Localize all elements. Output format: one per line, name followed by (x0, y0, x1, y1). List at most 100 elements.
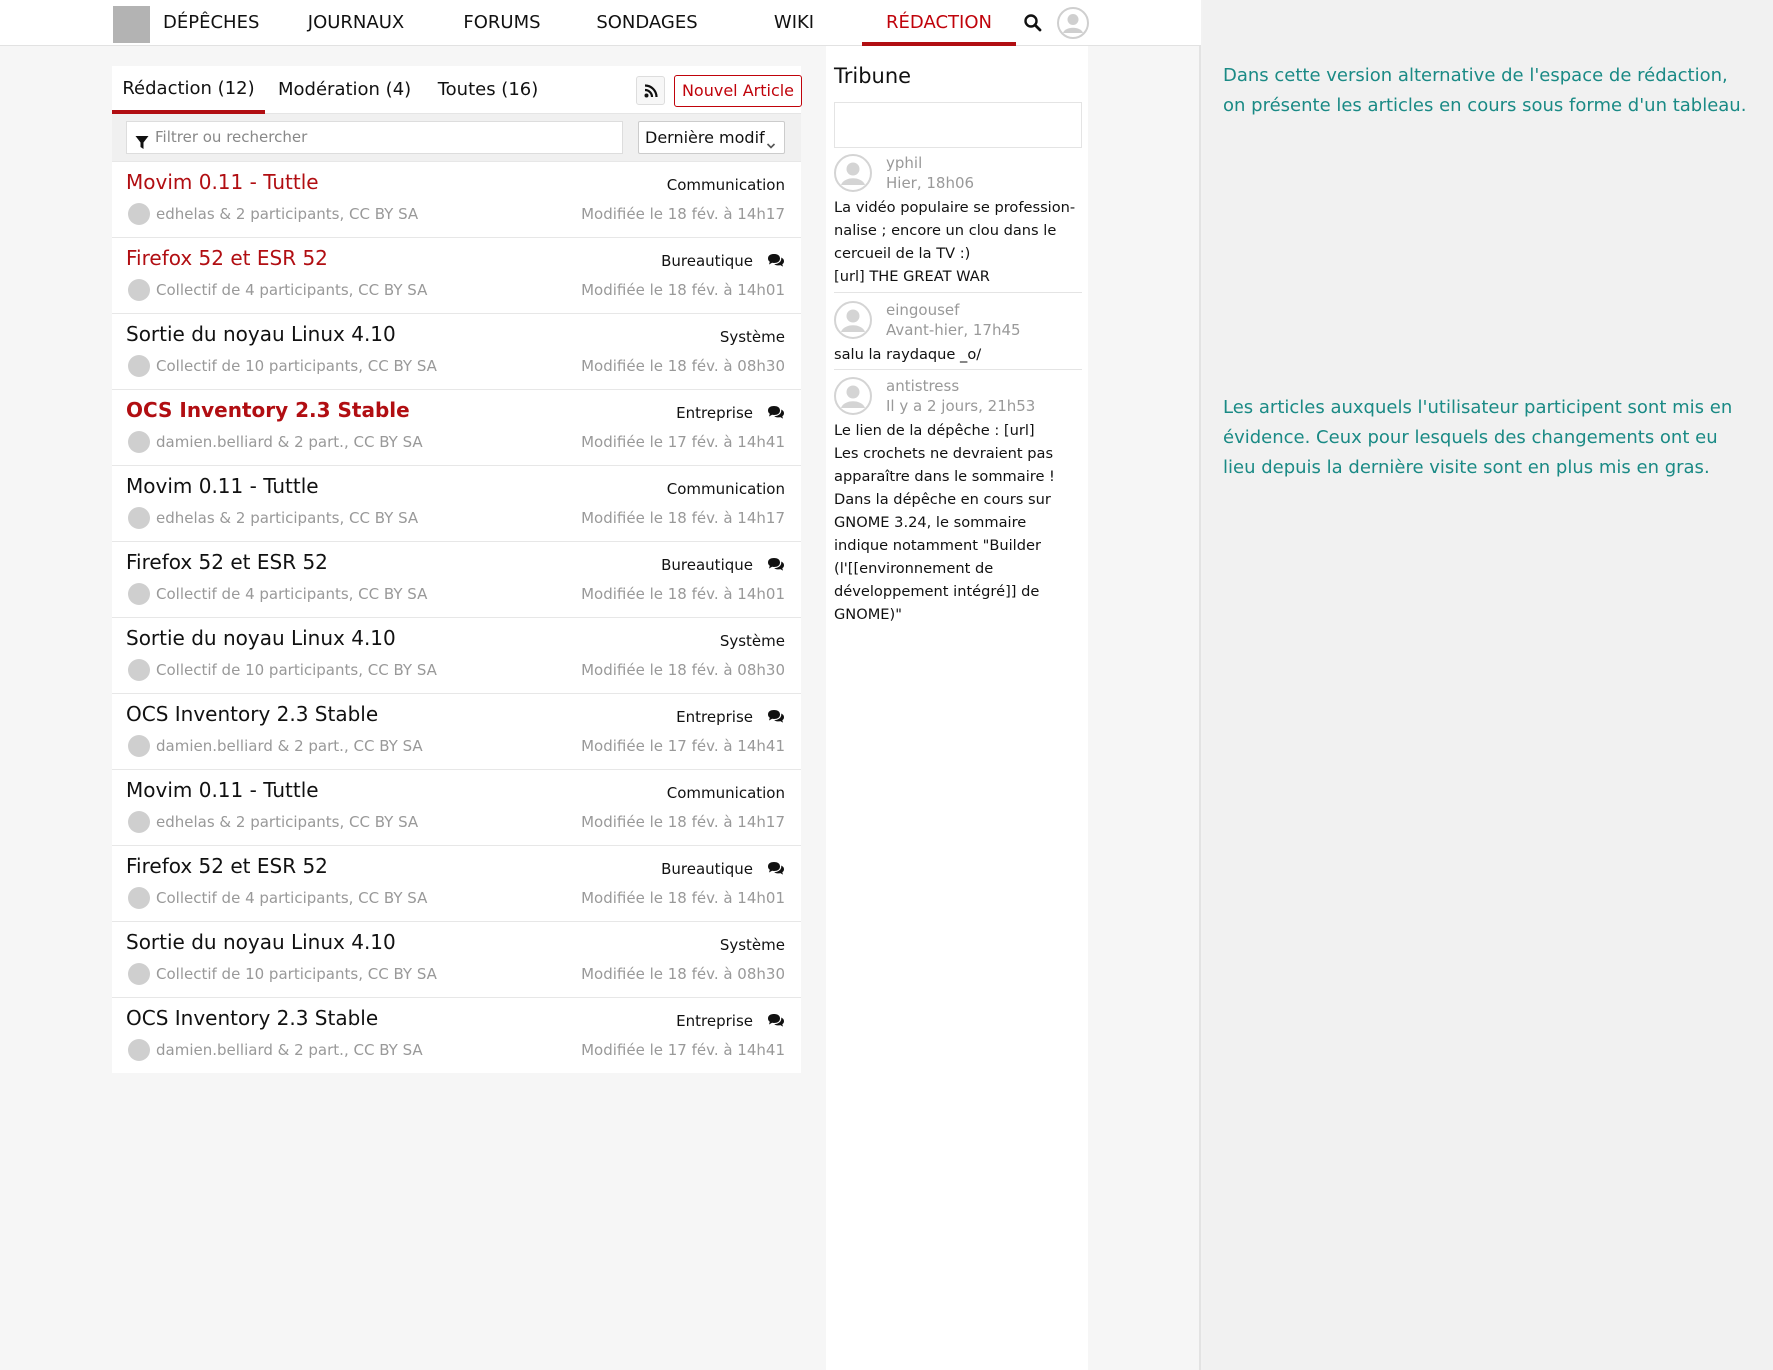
rss-icon[interactable] (636, 76, 665, 105)
article-row[interactable]: Firefox 52 et ESR 52 Bureautique Collectif… (112, 845, 801, 921)
article-row[interactable]: Firefox 52 et ESR 52 Bureautique Collectif… (112, 237, 801, 313)
article-title[interactable]: Movim 0.11 - Tuttle (126, 474, 319, 498)
message-time: Il y a 2 jours, 21h53 (886, 397, 1036, 415)
article-row[interactable]: Firefox 52 et ESR 52 Bureautique Collectif… (112, 541, 801, 617)
user-avatar-icon[interactable] (1057, 7, 1089, 39)
article-row[interactable]: Sortie du noyau Linux 4.10 Système Collect… (112, 921, 801, 997)
article-row[interactable]: OCS Inventory 2.3 Stable Entreprise damien… (112, 693, 801, 769)
article-title[interactable]: Firefox 52 et ESR 52 (126, 550, 328, 574)
article-category: Entreprise (676, 404, 753, 422)
article-category: Système (719, 632, 785, 650)
comments-icon[interactable] (767, 861, 785, 880)
mockup-frame: DÉPÊCHES JOURNAUX FORUMS SONDAGES WIKI R… (0, 0, 1201, 1370)
article-title[interactable]: Movim 0.11 - Tuttle (126, 170, 319, 194)
article-modified-date: Modifiée le 18 fév. à 14h01 (581, 889, 785, 907)
comments-icon[interactable] (767, 709, 785, 728)
nav-redaction[interactable]: RÉDACTION (862, 0, 1016, 46)
article-modified-date: Modifiée le 18 fév. à 08h30 (581, 357, 785, 375)
article-title[interactable]: OCS Inventory 2.3 Stable (126, 398, 410, 422)
message-text: Le lien de la dépêche : [url] Les croche… (834, 422, 1055, 623)
nav-sondages[interactable]: SONDAGES (593, 0, 701, 46)
article-row[interactable]: OCS Inventory 2.3 Stable Entreprise damien… (112, 997, 801, 1073)
avatar (128, 887, 150, 909)
article-title[interactable]: Movim 0.11 - Tuttle (126, 778, 319, 802)
article-category: Communication (666, 784, 785, 802)
article-authors: edhelas & 2 participants, CC BY SA (156, 509, 419, 527)
article-authors: Collectif de 4 participants, CC BY SA (156, 585, 428, 603)
avatar (128, 431, 150, 453)
article-authors: Collectif de 10 participants, CC BY SA (156, 661, 437, 679)
article-title[interactable]: Sortie du noyau Linux 4.10 (126, 626, 396, 650)
filter-bar: Filtrer ou rechercher Dernière modif (112, 114, 801, 161)
annotation-note: Dans cette version alternative de l'espa… (1223, 65, 1747, 116)
article-category: Entreprise (676, 708, 753, 726)
article-title[interactable]: Sortie du noyau Linux 4.10 (126, 322, 396, 346)
tribune-panel: Tribune yphil Hier, 18h06 La vidéo popul… (826, 46, 1088, 1370)
nav-depeches[interactable]: DÉPÊCHES (163, 0, 259, 46)
tab-toutes[interactable]: Toutes (16) (435, 66, 541, 114)
articles-panel: Rédaction (12) Modération (4) Toutes (16… (112, 66, 802, 1073)
article-title[interactable]: Firefox 52 et ESR 52 (126, 854, 328, 878)
article-modified-date: Modifiée le 17 fév. à 14h41 (581, 1041, 785, 1059)
filter-input[interactable]: Filtrer ou rechercher (126, 121, 623, 154)
article-modified-date: Modifiée le 17 fév. à 14h41 (581, 737, 785, 755)
avatar (128, 963, 150, 985)
article-modified-date: Modifiée le 18 fév. à 14h17 (581, 813, 785, 831)
article-title[interactable]: OCS Inventory 2.3 Stable (126, 702, 378, 726)
avatar (128, 811, 150, 833)
article-title[interactable]: Firefox 52 et ESR 52 (126, 246, 328, 270)
nav-journaux[interactable]: JOURNAUX (307, 0, 405, 46)
message-time: Avant-hier, 17h45 (886, 321, 1021, 339)
message-user[interactable]: antistress (886, 377, 959, 395)
annotation-note: Les articles auxquels l'utilisateur part… (1223, 397, 1733, 478)
tab-moderation[interactable]: Modération (4) (278, 66, 411, 114)
sort-select[interactable]: Dernière modif (638, 121, 785, 154)
message-user[interactable]: yphil (886, 154, 922, 172)
message-text: salu la raydaque _o/ (834, 346, 982, 363)
comments-icon[interactable] (767, 405, 785, 424)
message-time: Hier, 18h06 (886, 174, 975, 192)
comments-icon[interactable] (767, 253, 785, 272)
new-article-button[interactable]: Nouvel Article (674, 75, 802, 107)
article-modified-date: Modifiée le 18 fév. à 08h30 (581, 661, 785, 679)
article-row[interactable]: Sortie du noyau Linux 4.10 Système Collect… (112, 617, 801, 693)
tab-redaction[interactable]: Rédaction (12) (112, 66, 265, 114)
article-category: Système (719, 936, 785, 954)
article-row[interactable]: OCS Inventory 2.3 Stable Entreprise damien… (112, 389, 801, 465)
article-title[interactable]: Sortie du noyau Linux 4.10 (126, 930, 396, 954)
tribune-message-input[interactable] (834, 102, 1082, 148)
chevron-down-icon (766, 131, 776, 162)
article-row[interactable]: Sortie du noyau Linux 4.10 Système Collect… (112, 313, 801, 389)
article-row[interactable]: Movim 0.11 - Tuttle Communication edhelas … (112, 769, 801, 845)
top-navigation: DÉPÊCHES JOURNAUX FORUMS SONDAGES WIKI R… (0, 0, 1201, 46)
comments-icon[interactable] (767, 1013, 785, 1032)
article-row[interactable]: Movim 0.11 - Tuttle Communication edhelas … (112, 161, 801, 237)
filter-placeholder: Filtrer ou rechercher (155, 128, 308, 146)
avatar (128, 279, 150, 301)
filter-icon (135, 130, 149, 161)
message-user[interactable]: eingousef (886, 301, 959, 319)
nav-forums[interactable]: FORUMS (461, 0, 543, 46)
message-divider (834, 369, 1082, 370)
article-modified-date: Modifiée le 18 fév. à 14h01 (581, 585, 785, 603)
article-authors: damien.belliard & 2 part., CC BY SA (156, 737, 423, 755)
avatar (128, 659, 150, 681)
annotations-panel: Dans cette version alternative de l'espa… (1203, 0, 1773, 1370)
article-authors: Collectif de 10 participants, CC BY SA (156, 965, 437, 983)
avatar (128, 735, 150, 757)
avatar-icon (834, 154, 872, 192)
article-authors: damien.belliard & 2 part., CC BY SA (156, 1041, 423, 1059)
article-authors: Collectif de 4 participants, CC BY SA (156, 889, 428, 907)
article-category: Bureautique (661, 556, 753, 574)
article-modified-date: Modifiée le 17 fév. à 14h41 (581, 433, 785, 451)
article-category: Entreprise (676, 1012, 753, 1030)
nav-wiki[interactable]: WIKI (766, 0, 822, 46)
message-text: La vidéo populaire se profession- nalise… (834, 199, 1076, 285)
comments-icon[interactable] (767, 557, 785, 576)
article-category: Bureautique (661, 860, 753, 878)
search-icon[interactable] (1020, 10, 1046, 36)
article-modified-date: Modifiée le 18 fév. à 08h30 (581, 965, 785, 983)
article-row[interactable]: Movim 0.11 - Tuttle Communication edhelas … (112, 465, 801, 541)
site-logo[interactable] (113, 6, 150, 43)
article-title[interactable]: OCS Inventory 2.3 Stable (126, 1006, 378, 1030)
